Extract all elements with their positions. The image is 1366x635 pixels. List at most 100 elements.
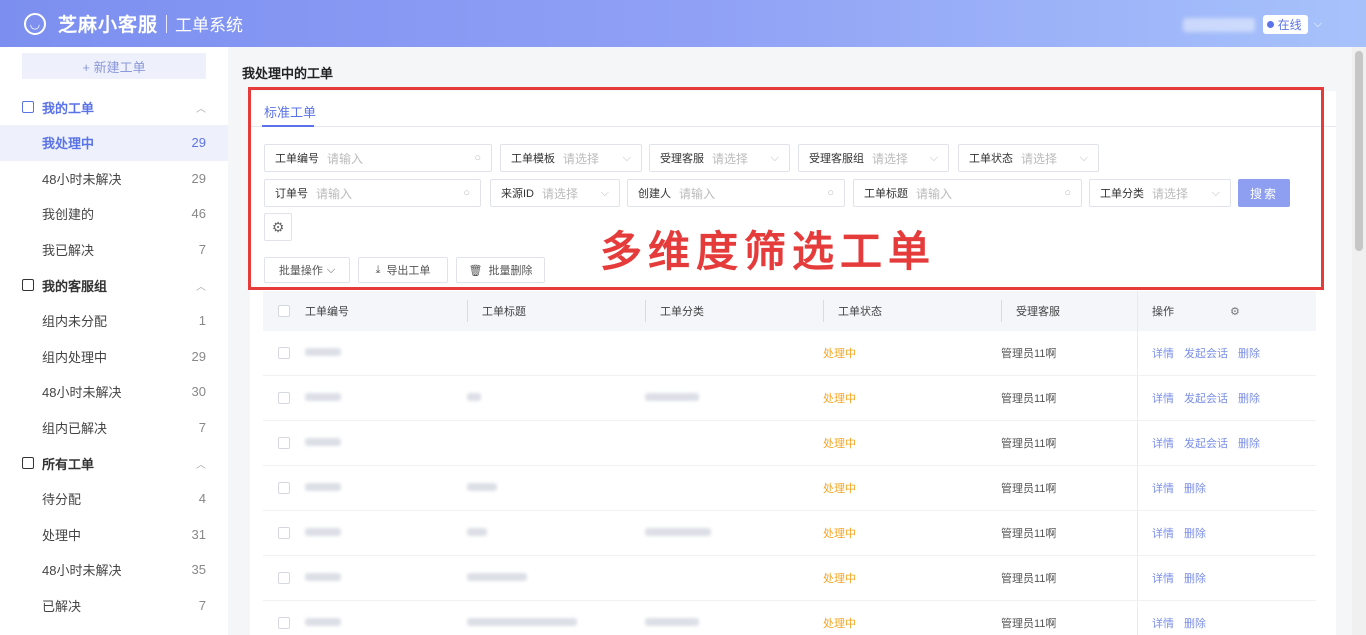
detail-link[interactable]: 详情 xyxy=(1152,570,1174,586)
field-placeholder: 请输入 xyxy=(327,151,364,166)
row-checkbox[interactable] xyxy=(278,482,290,494)
row-checkbox[interactable] xyxy=(278,392,290,404)
trash-icon: 🗑 xyxy=(468,264,483,277)
sidebar-item-all-pending[interactable]: 待分配 4 xyxy=(0,481,228,517)
table-row[interactable]: 处理中 管理员11啊 详情 删除 xyxy=(263,601,1316,635)
blurred-ticket-no xyxy=(305,438,341,446)
table-row[interactable]: 处理中 管理员11啊 详情 发起会话 删除 xyxy=(263,376,1316,421)
sidebar-item-count: 35 xyxy=(191,562,206,578)
online-status-badge[interactable]: 在线 xyxy=(1262,15,1308,34)
row-checkbox[interactable] xyxy=(278,437,290,449)
start-chat-link[interactable]: 发起会话 xyxy=(1184,345,1228,361)
detail-link[interactable]: 详情 xyxy=(1152,480,1174,496)
detail-link[interactable]: 详情 xyxy=(1152,525,1174,541)
agent-group-select[interactable]: 受理客服组 请选择 ⌵ xyxy=(798,144,949,172)
field-label: 创建人 xyxy=(638,188,671,200)
sidebar-item-my-resolved[interactable]: 我已解决 7 xyxy=(0,232,228,268)
table-row[interactable]: 处理中 管理员11啊 详情 发起会话 删除 xyxy=(263,331,1316,376)
chevron-up-icon[interactable]: ︿ xyxy=(196,278,206,293)
delete-link[interactable]: 删除 xyxy=(1184,615,1206,631)
status-badge: 处理中 xyxy=(823,438,856,450)
start-chat-link[interactable]: 发起会话 xyxy=(1184,435,1228,451)
table-row[interactable]: 处理中 管理员11啊 详情 删除 xyxy=(263,466,1316,511)
chevron-down-icon[interactable]: ⌵ xyxy=(1314,18,1322,31)
batch-delete-button[interactable]: 🗑 批量删除 xyxy=(456,257,545,283)
field-label: 受理客服组 xyxy=(809,153,864,165)
status-select[interactable]: 工单状态 请选择 ⌵ xyxy=(958,144,1099,172)
chevron-up-icon[interactable]: ︿ xyxy=(196,100,206,115)
creator-input[interactable]: 创建人 请输入 ○ xyxy=(627,179,845,207)
sidebar-item-count: 1 xyxy=(198,313,206,329)
sidebar-item-team-resolved[interactable]: 组内已解决 7 xyxy=(0,410,228,446)
sidebar-group-my-team[interactable]: 我的客服组 ︿ xyxy=(0,267,228,303)
order-no-input[interactable]: 订单号 请输入 ○ xyxy=(264,179,481,207)
search-button[interactable]: 搜索 xyxy=(1238,179,1290,207)
col-operations-label: 操作 xyxy=(1152,306,1174,318)
row-operations: 详情 删除 xyxy=(1137,466,1316,510)
agent-select[interactable]: 受理客服 请选择 ⌵ xyxy=(649,144,790,172)
table-row[interactable]: 处理中 管理员11啊 详情 删除 xyxy=(263,511,1316,556)
sidebar-item-my-processing[interactable]: 我处理中 29 xyxy=(0,125,228,161)
field-placeholder: 请选择 xyxy=(712,151,749,166)
delete-link[interactable]: 删除 xyxy=(1238,390,1260,406)
detail-link[interactable]: 详情 xyxy=(1152,390,1174,406)
sidebar-group-all-tickets[interactable]: 所有工单 ︿ xyxy=(0,445,228,481)
sidebar-item-team-48h-unresolved[interactable]: 48小时未解决 30 xyxy=(0,374,228,410)
sidebar-item-label: 待分配 xyxy=(42,492,82,508)
ticket-title-input[interactable]: 工单标题 请输入 ○ xyxy=(853,179,1082,207)
user-menu[interactable]: 在线 ⌵ xyxy=(1182,15,1322,34)
detail-link[interactable]: 详情 xyxy=(1152,615,1174,631)
sidebar-item-all-resolved[interactable]: 已解决 7 xyxy=(0,588,228,624)
chevron-down-icon: ⌵ xyxy=(622,152,631,164)
field-label: 工单分类 xyxy=(1100,188,1144,200)
blurred-ticket-title xyxy=(467,618,577,626)
brand-divider xyxy=(166,14,168,33)
sidebar: + 新建工单 我的工单 ︿ 我处理中 29 48小时未解决 29 我创建的 46 我已… xyxy=(0,47,228,635)
sidebar-group-my-tickets[interactable]: 我的工单 ︿ xyxy=(0,89,228,125)
sidebar-item-all-48h-unresolved[interactable]: 48小时未解决 35 xyxy=(0,552,228,588)
row-operations: 详情 发起会话 删除 xyxy=(1137,376,1316,420)
template-select[interactable]: 工单模板 请选择 ⌵ xyxy=(500,144,642,172)
chevron-up-icon[interactable]: ︿ xyxy=(196,456,206,471)
delete-link[interactable]: 删除 xyxy=(1238,345,1260,361)
sidebar-item-team-processing[interactable]: 组内处理中 29 xyxy=(0,339,228,375)
filter-settings-gear-icon[interactable]: ⚙ xyxy=(264,213,292,241)
col-ticket-no: 工单编号 xyxy=(305,306,349,318)
table-row[interactable]: 处理中 管理员11啊 详情 发起会话 删除 xyxy=(263,421,1316,466)
sidebar-item-count: 29 xyxy=(191,135,206,151)
row-checkbox[interactable] xyxy=(278,347,290,359)
blurred-ticket-title xyxy=(467,528,487,536)
column-settings-gear-icon[interactable]: ⚙ xyxy=(1230,305,1240,318)
start-chat-link[interactable]: 发起会话 xyxy=(1184,390,1228,406)
tab-active-indicator xyxy=(262,125,314,127)
delete-link[interactable]: 删除 xyxy=(1238,435,1260,451)
category-select[interactable]: 工单分类 请选择 ⌵ xyxy=(1089,179,1231,207)
row-checkbox[interactable] xyxy=(278,572,290,584)
system-name: 工单系统 xyxy=(175,16,244,35)
chevron-down-icon: ⌵ xyxy=(326,263,336,276)
sidebar-item-count: 29 xyxy=(191,170,206,186)
sidebar-item-team-unassigned[interactable]: 组内未分配 1 xyxy=(0,303,228,339)
detail-link[interactable]: 详情 xyxy=(1152,435,1174,451)
scrollbar-thumb[interactable] xyxy=(1355,51,1363,251)
sidebar-item-my-created[interactable]: 我创建的 46 xyxy=(0,196,228,232)
delete-link[interactable]: 删除 xyxy=(1184,570,1206,586)
table-row[interactable]: 处理中 管理员11啊 详情 删除 xyxy=(263,556,1316,601)
export-ticket-button[interactable]: ⤓ 导出工单 xyxy=(358,257,448,283)
delete-link[interactable]: 删除 xyxy=(1184,480,1206,496)
page-scrollbar[interactable] xyxy=(1352,47,1366,635)
row-checkbox[interactable] xyxy=(278,527,290,539)
tab-standard-ticket[interactable]: 标准工单 xyxy=(264,102,316,121)
source-id-select[interactable]: 来源ID 请选择 ⌵ xyxy=(490,179,620,207)
ticket-no-input[interactable]: 工单编号 请输入 ○ xyxy=(264,144,492,172)
select-all-checkbox[interactable] xyxy=(278,305,290,317)
sidebar-item-my-48h-unresolved[interactable]: 48小时未解决 29 xyxy=(0,161,228,197)
sidebar-item-label: 组内已解决 xyxy=(42,420,108,436)
delete-link[interactable]: 删除 xyxy=(1184,525,1206,541)
detail-link[interactable]: 详情 xyxy=(1152,345,1174,361)
new-ticket-button[interactable]: + 新建工单 xyxy=(22,53,206,79)
row-checkbox[interactable] xyxy=(278,617,290,629)
blurred-ticket-no xyxy=(305,483,341,491)
batch-operation-button[interactable]: 批量操作 ⌵ xyxy=(264,257,350,283)
sidebar-item-all-processing[interactable]: 处理中 31 xyxy=(0,517,228,553)
